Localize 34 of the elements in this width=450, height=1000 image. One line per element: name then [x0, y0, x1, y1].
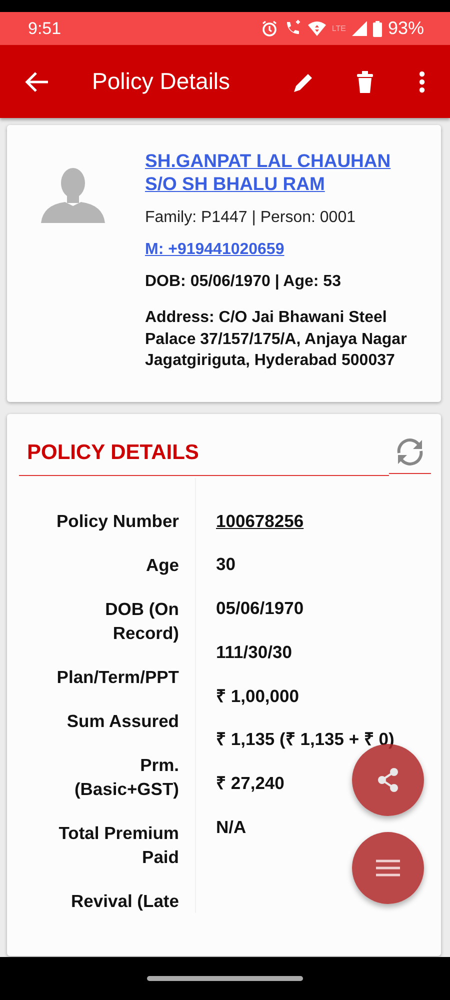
field-label: Policy Number — [55, 510, 179, 532]
dob-age: DOB: 05/06/1970 | Age: 53 — [145, 273, 342, 291]
battery-level: 93% — [388, 18, 424, 39]
network-type: LTE — [332, 24, 346, 33]
field-label: Plan/Term/PPT — [56, 666, 179, 688]
field-value: 111/30/30 — [216, 642, 292, 662]
status-time: 9:51 — [28, 18, 62, 38]
field-value: 05/06/1970 — [216, 598, 304, 618]
field-label: Total Premium Paid — [58, 822, 179, 868]
battery-icon — [372, 20, 382, 36]
more-options-icon[interactable] — [419, 70, 425, 92]
field-label: Sum Assured — [66, 710, 179, 732]
customer-name-link[interactable]: SH.GANPAT LAL CHAUHAN S/O SH BHALU RAM — [145, 149, 413, 195]
mobile-number-link[interactable]: M: +919441020659 — [145, 241, 284, 259]
field-value: ₹ 1,135 (₹ 1,135 + ₹ 0) — [216, 729, 394, 750]
field-label: Age — [144, 554, 179, 576]
policy-number-link[interactable]: 100678256 — [216, 510, 304, 530]
field-value: 30 — [216, 554, 236, 574]
family-person-ids: Family: P1447 | Person: 0001 — [145, 209, 356, 227]
menu-icon — [375, 858, 401, 878]
section-title: POLICY DETAILS — [19, 436, 389, 476]
field-label: DOB (On Record) — [104, 598, 179, 644]
field-label: Revival (Late — [70, 890, 179, 912]
signal-icon — [352, 21, 367, 36]
field-value: ₹ 1,00,000 — [216, 686, 299, 706]
field-label: Prm. (Basic+GST) — [73, 754, 179, 800]
screen-title: Policy Details — [92, 68, 232, 95]
field-value: N/A — [216, 817, 246, 838]
trash-icon[interactable] — [357, 70, 373, 92]
alarm-icon — [260, 20, 278, 37]
address: Address: C/O Jai Bhawani Steel Palace 37/157/175/A, Anjaya Nagar Jagatgiriguta, Hyderabad 500037 — [145, 308, 408, 371]
wifi-icon — [308, 21, 326, 36]
field-value: ₹ 27,240 — [216, 773, 284, 794]
refresh-icon[interactable] — [395, 436, 425, 466]
